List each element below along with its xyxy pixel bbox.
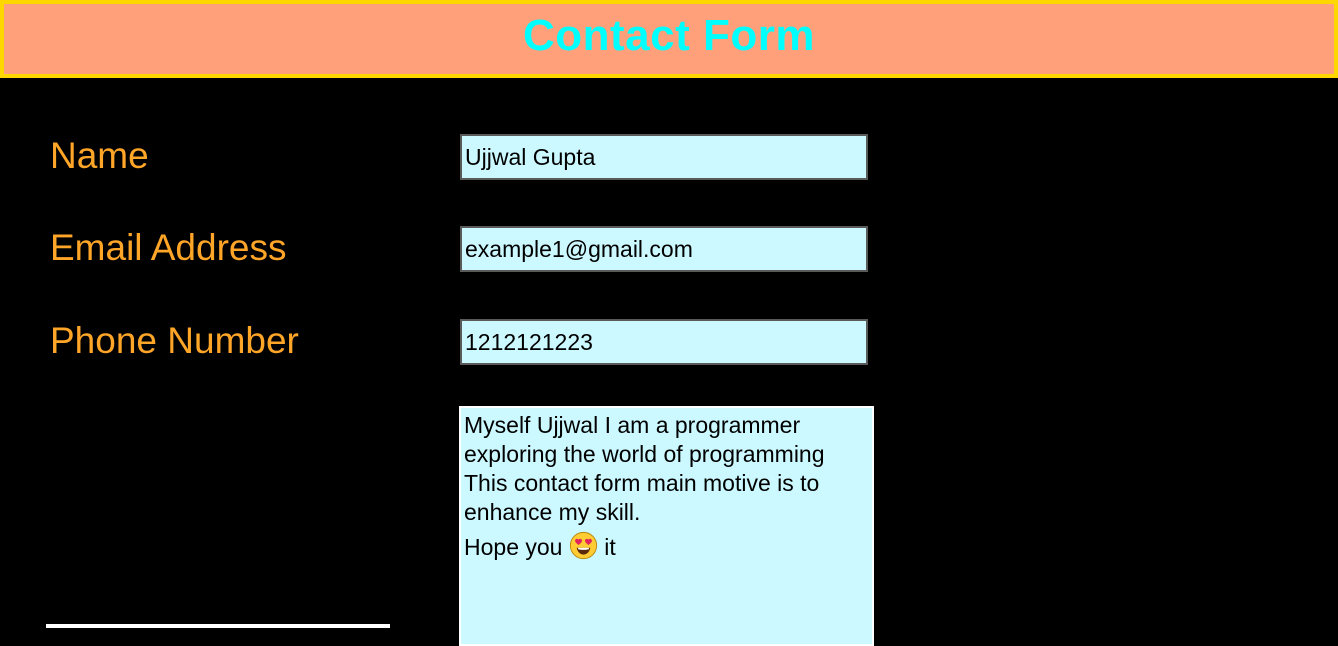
message-text-before-emoji: Hope you [464,534,563,560]
message-line: exploring the world of programming [464,441,825,467]
phone-label: Phone Number [50,320,299,361]
message-line: enhance my skill. [464,499,641,525]
header-banner: Contact Form [0,0,1338,78]
message-text-after-emoji: it [604,534,616,560]
phone-input[interactable] [460,319,868,365]
email-input[interactable] [460,226,868,272]
page-title: Contact Form [523,11,815,60]
name-input[interactable] [460,134,868,180]
message-line: This contact form main motive is to [464,470,820,496]
name-label: Name [50,135,149,176]
submit-button-edge[interactable] [46,624,390,628]
message-textarea[interactable]: Myself Ujjwal I am a programmer explorin… [459,406,874,646]
message-line: Myself Ujjwal I am a programmer [464,412,801,438]
email-label: Email Address [50,227,287,268]
message-line-last: Hope you it [464,531,870,562]
heart-eyes-icon [569,531,597,560]
